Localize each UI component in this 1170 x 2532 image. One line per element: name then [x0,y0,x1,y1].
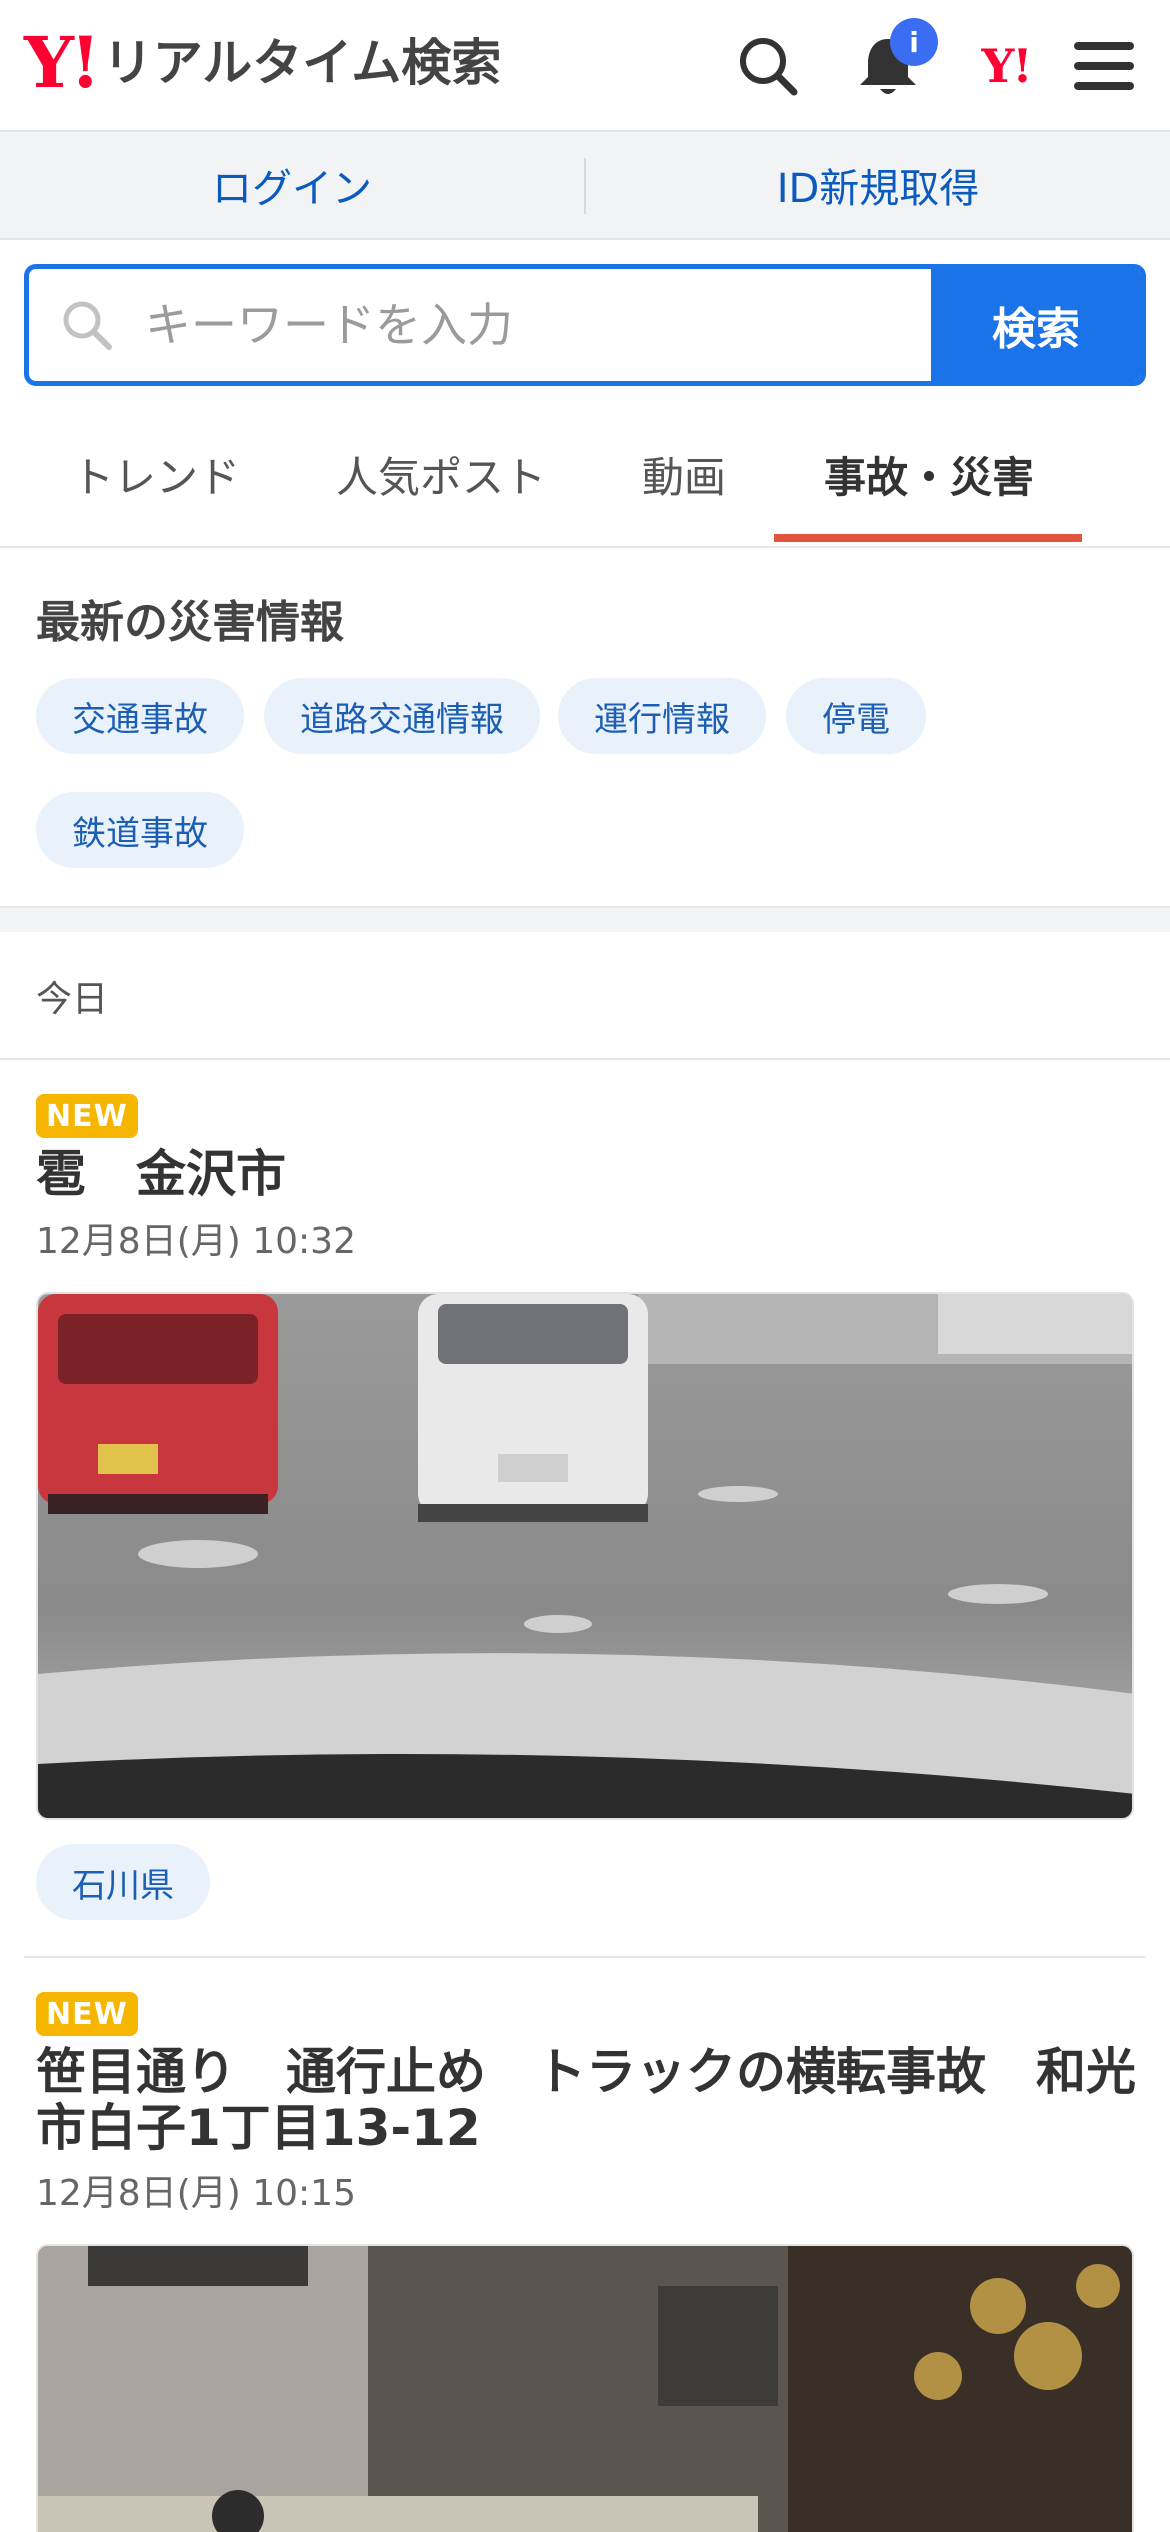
chip-road-traffic-info[interactable]: 道路交通情報 [264,678,540,754]
location-chip[interactable]: 石川県 [36,1844,210,1920]
active-tab-indicator [774,534,1082,542]
post-timestamp: 12月8日(月) 10:15 [36,2173,356,2214]
search-button[interactable]: 検索 [931,269,1141,381]
date-group-heading: 今日 [36,979,109,1020]
yahoo-small-logo: Y! [981,39,1032,93]
login-bar: ログイン ID新規取得 [0,132,1170,240]
chip-traffic-accident[interactable]: 交通事故 [36,678,244,754]
new-badge: NEW [36,1094,138,1138]
menu-icon[interactable] [1064,26,1144,106]
post-timestamp: 12月8日(月) 10:32 [36,1221,356,1262]
section-title: 最新の災害情報 [36,597,344,648]
site-logo[interactable]: Y! リアルタイム検索 [24,28,501,98]
post-divider [24,1956,1146,1958]
new-badge: NEW [36,1992,138,2036]
login-link[interactable]: ログイン [0,132,584,238]
app-header: Y! リアルタイム検索 i Y! [0,0,1170,132]
tab-trend[interactable]: トレンド [72,444,240,505]
tab-accidents-disasters[interactable]: 事故・災害 [824,444,1034,505]
notification-button[interactable]: i [848,18,938,106]
post-photo-truck-accident[interactable] [36,2244,1134,2532]
post-title[interactable]: 雹 金沢市 [36,1146,1136,1202]
section-divider [0,906,1170,932]
latest-disaster-info: 最新の災害情報 交通事故 道路交通情報 運行情報 停電 鉄道事故 [0,550,1170,904]
chip-service-info[interactable]: 運行情報 [558,678,766,754]
post-photo-hail[interactable] [36,1292,1134,1820]
chip-railway-accident[interactable]: 鉄道事故 [36,792,244,868]
search-field [29,269,931,381]
yahoo-logo-mark: Y! [24,21,101,104]
tab-popular-posts[interactable]: 人気ポスト [336,444,546,505]
yahoo-japan-link[interactable]: Y! [966,26,1046,106]
category-tabs: トレンド 人気ポスト 動画 事故・災害 [0,398,1170,548]
register-link[interactable]: ID新規取得 [586,132,1170,238]
divider [0,1058,1170,1060]
tab-videos[interactable]: 動画 [642,444,726,505]
post-title[interactable]: 笹目通り 通行止め トラックの横転事故 和光市白子1丁目13-12 [36,2044,1136,2156]
logo-text: リアルタイム検索 [102,34,502,92]
chip-power-outage[interactable]: 停電 [786,678,926,754]
search-field-icon [59,297,115,357]
notification-badge: i [890,18,938,66]
search-input[interactable] [29,269,931,381]
search-bar: 検索 [24,264,1146,386]
search-icon[interactable] [728,26,808,106]
